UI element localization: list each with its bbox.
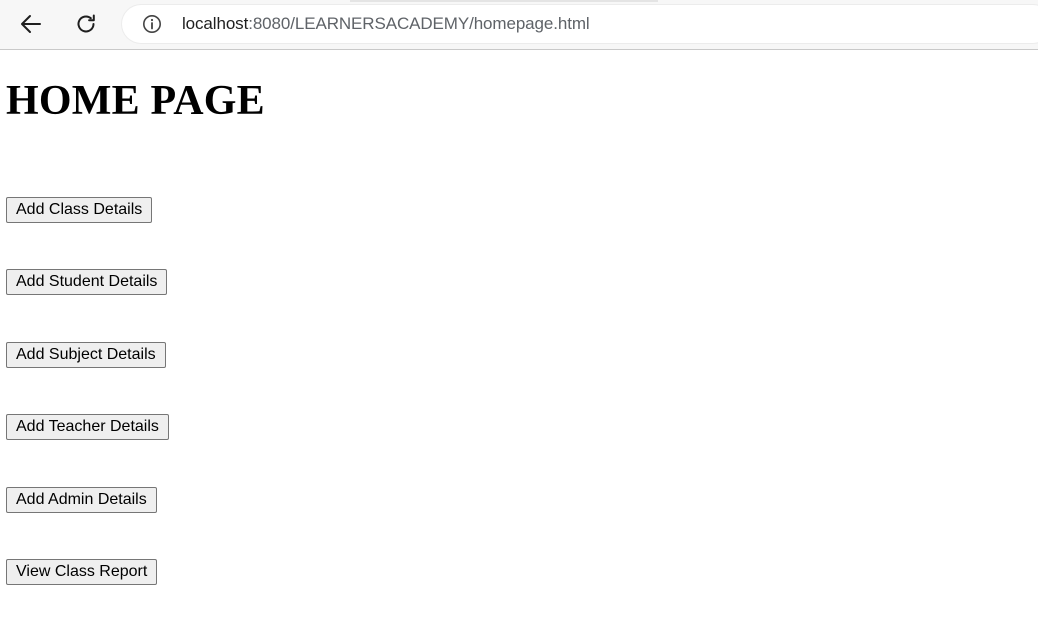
reload-button[interactable] bbox=[70, 8, 102, 40]
reload-icon bbox=[77, 14, 95, 33]
back-button[interactable] bbox=[15, 8, 47, 40]
add-admin-details-button[interactable]: Add Admin Details bbox=[6, 487, 157, 513]
url-host: localhost bbox=[182, 14, 249, 33]
view-class-report-button[interactable]: View Class Report bbox=[6, 559, 158, 585]
add-subject-details-button[interactable]: Add Subject Details bbox=[6, 342, 166, 368]
url-text[interactable]: localhost:8080/LEARNERSACADEMY/homepage.… bbox=[182, 14, 590, 34]
url-path: :8080/LEARNERSACADEMY/homepage.html bbox=[248, 14, 590, 33]
page-title: HOME PAGE bbox=[6, 78, 265, 124]
add-class-details-button[interactable]: Add Class Details bbox=[6, 197, 153, 223]
add-student-details-button[interactable]: Add Student Details bbox=[6, 269, 168, 295]
browser-toolbar: localhost:8080/LEARNERSACADEMY/homepage.… bbox=[0, 0, 1038, 50]
add-teacher-details-button[interactable]: Add Teacher Details bbox=[6, 414, 169, 440]
tab-strip bbox=[350, 0, 658, 2]
address-bar[interactable]: localhost:8080/LEARNERSACADEMY/homepage.… bbox=[122, 5, 1038, 43]
info-icon[interactable] bbox=[142, 14, 162, 34]
arrow-left-icon bbox=[21, 15, 41, 33]
